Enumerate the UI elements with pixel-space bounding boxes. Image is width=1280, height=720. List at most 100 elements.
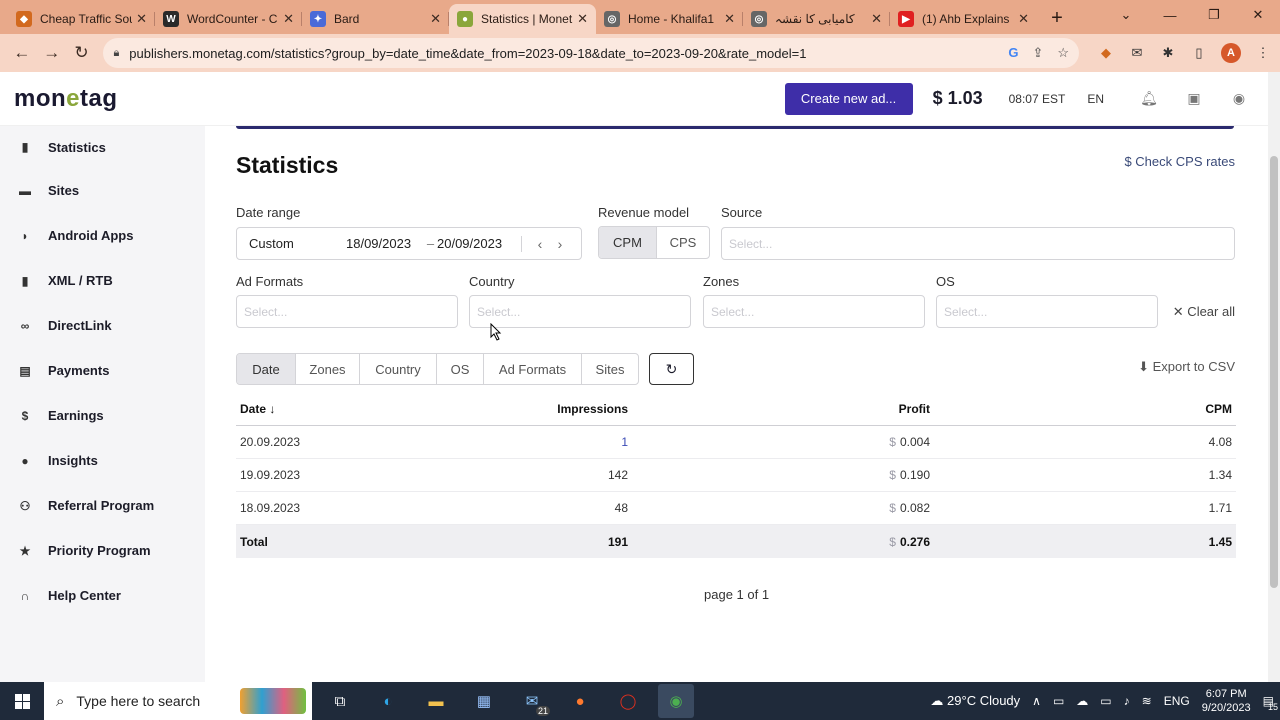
source-select[interactable]: Select... [721,227,1235,260]
task-view-icon[interactable]: ⧉ [322,684,358,718]
wifi-icon[interactable]: ≋ [1142,694,1152,708]
browser-tab[interactable]: ◎ کامیابی کا نقشہ ✕ [743,4,890,34]
browser-tab[interactable]: W WordCounter - C ✕ [155,4,302,34]
more-menu-icon[interactable]: ⋮ [1254,44,1272,62]
battery-icon[interactable]: ▭ [1100,694,1111,708]
sidebar-item-statistics[interactable]: ▮ Statistics [0,126,205,168]
language-selector[interactable]: EN [1087,92,1104,106]
scroll-thumb[interactable] [1270,156,1278,588]
sidebar-item-android-apps[interactable]: ◗ Android Apps [0,213,205,258]
profit-column-header[interactable]: Profit [628,402,930,416]
gift-icon[interactable]: ▣ [1185,90,1203,108]
cpm-column-header[interactable]: CPM [930,402,1232,416]
volume-icon[interactable]: ♪ [1124,694,1130,708]
sidebar-item-directlink[interactable]: ∞ DirectLink [0,303,205,348]
chevron-left-icon[interactable]: ‹ [530,236,550,252]
refresh-icon[interactable]: ↻ [649,353,694,385]
os-select[interactable]: Select... [936,295,1158,328]
ad-formats-select[interactable]: Select... [236,295,458,328]
user-profile-icon[interactable]: ◉ [1230,90,1248,108]
close-tab-icon[interactable]: ✕ [283,11,294,27]
monetag-logo[interactable]: monetag [14,85,118,113]
restore-button[interactable]: ❐ [1192,0,1236,30]
date-to[interactable]: 20/09/2023 [437,236,517,251]
page-scrollbar[interactable] [1268,72,1280,682]
close-tab-icon[interactable]: ✕ [871,11,882,27]
close-tab-icon[interactable]: ✕ [430,11,441,27]
puzzle-icon[interactable]: ✱ [1159,44,1177,62]
country-select[interactable]: Select... [469,295,691,328]
forward-arrow-icon[interactable]: → [38,39,66,67]
onedrive-icon[interactable]: ☁ [1076,694,1088,708]
browser-tab[interactable]: ◎ Home - Khalifa1 ✕ [596,4,743,34]
browser-tab[interactable]: ▶ (1) Ahb Explains ✕ [890,4,1037,34]
cps-option[interactable]: CPS [657,227,709,258]
close-tab-icon[interactable]: ✕ [136,11,147,27]
tab-search-icon[interactable]: ⌄ [1104,0,1148,30]
extension-icon[interactable]: ◆ [1097,44,1115,62]
notifications-icon[interactable]: ▤ 15 [1263,694,1278,712]
opera-icon[interactable]: ◯ [610,684,646,718]
impressions-link[interactable]: 1 [456,435,628,449]
new-tab-button[interactable]: + [1043,4,1071,32]
mail-icon[interactable]: ✉ 21 [514,684,550,718]
store-icon[interactable]: ▦ [466,684,502,718]
sidebar-item-priority-program[interactable]: ★ Priority Program [0,528,205,573]
check-cps-rates-link[interactable]: $ Check CPS rates [1124,154,1235,169]
input-language[interactable]: ENG [1164,694,1190,708]
profile-avatar[interactable]: A [1221,43,1241,63]
chrome-icon[interactable]: ◉ [658,684,694,718]
sidebar-item-referral-program[interactable]: ⚇ Referral Program [0,483,205,528]
tab-os[interactable]: OS [437,354,484,384]
browser-tab[interactable]: ◆ Cheap Traffic Sou ✕ [8,4,155,34]
sidebar-panel-icon[interactable]: ▯ [1190,44,1208,62]
tab-ad-formats[interactable]: Ad Formats [484,354,582,384]
zones-select[interactable]: Select... [703,295,925,328]
url-text[interactable]: publishers.monetag.com/statistics?group_… [129,46,1008,61]
start-button[interactable] [0,682,44,720]
chevron-right-icon[interactable]: › [550,236,570,252]
sidebar-item-payments[interactable]: ▤ Payments [0,348,205,393]
sidebar-item-insights[interactable]: ● Insights [0,438,205,483]
create-new-ad-button[interactable]: Create new ad... [784,82,913,115]
firefox-icon[interactable]: ● [562,684,598,718]
close-tab-icon[interactable]: ✕ [1018,11,1029,27]
clear-all-button[interactable]: ✕ Clear all [1173,304,1235,320]
tab-country[interactable]: Country [360,354,437,384]
clock[interactable]: 6:07 PM 9/20/2023 [1202,687,1251,715]
sidebar-item-sites[interactable]: ▬ Sites [0,168,205,213]
file-explorer-icon[interactable]: ▬ [418,684,454,718]
close-window-button[interactable]: ✕ [1236,0,1280,30]
tab-sites[interactable]: Sites [582,354,638,384]
tab-zones[interactable]: Zones [296,354,360,384]
share-icon[interactable]: ⇪ [1032,45,1043,61]
google-icon[interactable]: G [1008,45,1018,61]
back-arrow-icon[interactable]: ← [8,39,36,67]
taskbar-search[interactable]: ⌕ Type here to search [44,682,312,720]
browser-tab-active[interactable]: ● Statistics | Monet ✕ [449,4,596,34]
export-csv-link[interactable]: ⬇︎ Export to CSV [1138,359,1235,375]
date-from[interactable]: 18/09/2023 [346,236,424,251]
bell-icon[interactable]: 🔔︎ [1140,90,1158,108]
mail-extension-icon[interactable]: ✉ [1128,44,1146,62]
date-mode[interactable]: Custom [249,236,346,251]
impressions-column-header[interactable]: Impressions [456,402,628,416]
meet-icon[interactable]: ▭ [1053,694,1064,708]
tab-date[interactable]: Date [237,354,296,384]
reload-icon[interactable]: ↻ [68,39,96,67]
weather-widget[interactable]: ☁ 29°C Cloudy [930,693,1020,709]
chevron-up-icon[interactable]: ∧ [1032,694,1041,708]
date-range-picker[interactable]: Custom 18/09/2023 – 20/09/2023 ‹ › [236,227,582,260]
minimize-button[interactable]: — [1148,0,1192,30]
browser-tab[interactable]: ✦ Bard ✕ [302,4,449,34]
close-tab-icon[interactable]: ✕ [724,11,735,27]
date-column-header[interactable]: Date ↓ [236,402,456,416]
cpm-option[interactable]: CPM [599,227,657,258]
address-bar[interactable]: 🔒︎ publishers.monetag.com/statistics?gro… [103,38,1079,68]
sidebar-item-earnings[interactable]: $ Earnings [0,393,205,438]
edge-icon[interactable]: ◐ [370,684,406,718]
close-tab-icon[interactable]: ✕ [577,11,588,27]
bookmark-star-icon[interactable]: ☆ [1057,45,1069,61]
sidebar-item-xml-rtb[interactable]: ▮ XML / RTB [0,258,205,303]
sidebar-item-help-center[interactable]: ∩ Help Center [0,573,205,618]
